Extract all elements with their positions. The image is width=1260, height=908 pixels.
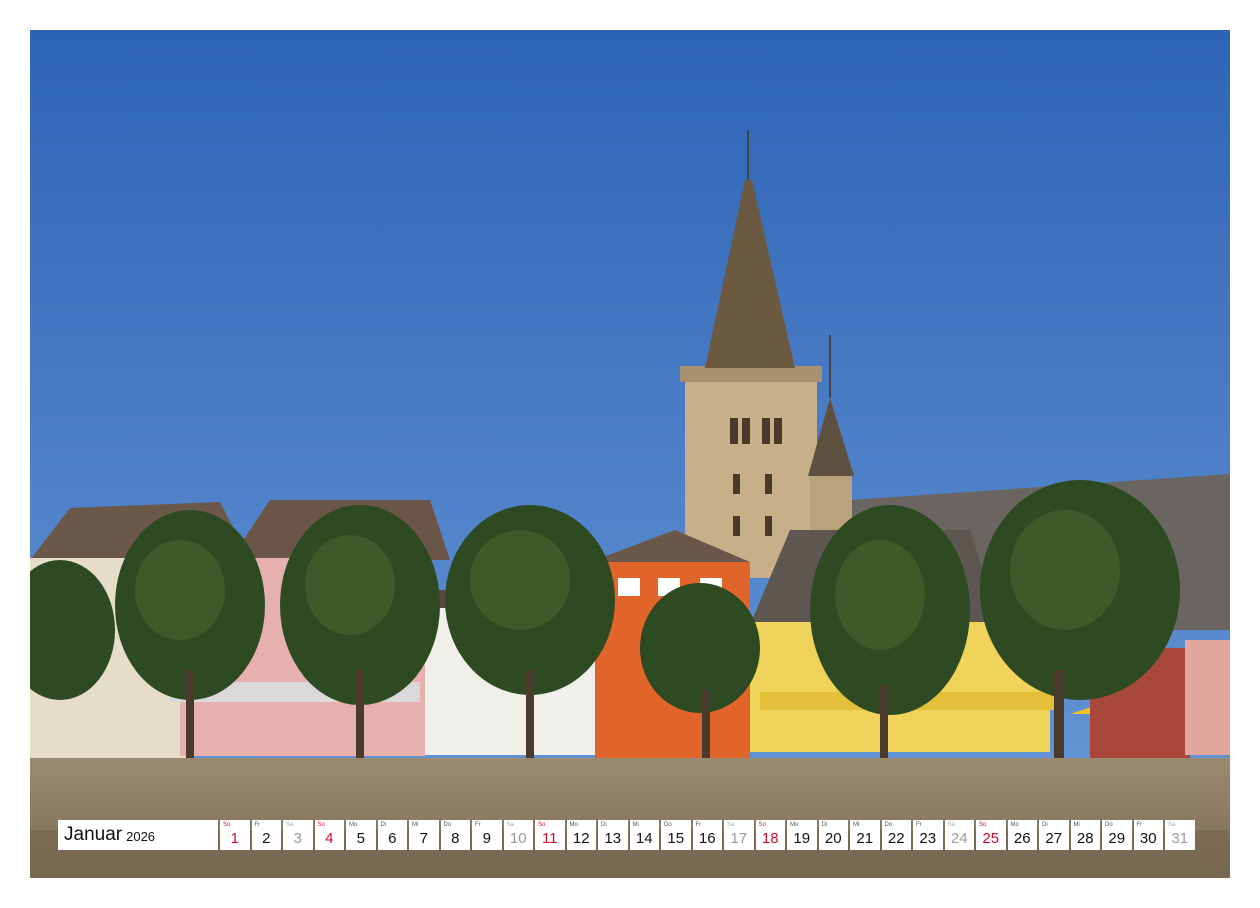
day-number: 4 (325, 830, 334, 847)
day-number: 1 (230, 830, 239, 847)
weekday-abbrev: Sa (1168, 822, 1176, 828)
calendar-day: So 25 (976, 820, 1006, 850)
weekday-abbrev: Sa (727, 822, 735, 828)
weekday-abbrev: Di (821, 822, 828, 828)
weekday-abbrev: Mi (632, 822, 639, 828)
day-number: 18 (761, 830, 779, 847)
day-number: 15 (667, 830, 685, 847)
day-number: 12 (572, 830, 590, 847)
day-number: 26 (1013, 830, 1031, 847)
day-number: 31 (1171, 830, 1189, 847)
day-number: 13 (604, 830, 622, 847)
day-number: 11 (541, 830, 558, 847)
weekday-abbrev: Do (884, 822, 893, 828)
calendar-day: Mo 26 (1007, 820, 1037, 850)
calendar-day: Fr 9 (472, 820, 502, 850)
calendar-day: Do 15 (661, 820, 691, 850)
day-number: 10 (509, 830, 527, 847)
weekday-abbrev: So (758, 822, 766, 828)
day-number: 9 (482, 830, 491, 847)
day-number: 14 (635, 830, 653, 847)
weekday-abbrev: Mo (1010, 822, 1019, 828)
calendar-strip: Januar 2026 So 1 Fr 2 Sa 3 So 4 Mo 5 Di 6 Mi 7 Do 8 Fr 9 S… (58, 820, 1195, 850)
day-number: 16 (698, 830, 716, 847)
calendar-day: Fr 23 (913, 820, 943, 850)
weekday-abbrev: Do (1105, 822, 1113, 828)
calendar-day: Sa 31 (1165, 820, 1195, 850)
calendar-photo (30, 30, 1230, 878)
day-number: 24 (950, 830, 968, 847)
weekday-abbrev: Fr (695, 822, 702, 828)
calendar-day: Sa 3 (283, 820, 313, 850)
calendar-day: Mi 21 (850, 820, 880, 850)
weekday-abbrev: Fr (1136, 822, 1143, 828)
weekday-abbrev: Do (443, 822, 452, 828)
calendar-day: Fr 30 (1133, 820, 1163, 850)
day-number: 30 (1139, 830, 1157, 847)
weekday-abbrev: Sa (947, 822, 955, 828)
calendar-day: Do 29 (1102, 820, 1132, 850)
weekday-abbrev: So (538, 822, 546, 828)
weekday-abbrev: Di (380, 822, 387, 828)
calendar-day: So 18 (755, 820, 785, 850)
day-number: 3 (293, 830, 302, 847)
year-label: 2026 (126, 829, 156, 844)
weekday-abbrev: Fr (475, 822, 481, 828)
weekday-abbrev: Di (1042, 822, 1048, 828)
calendar-day: Mo 19 (787, 820, 817, 850)
weekday-abbrev: Do (664, 822, 672, 828)
day-number: 28 (1076, 830, 1094, 847)
calendar-day: Mo 12 (566, 820, 596, 850)
weekday-abbrev: So (223, 822, 231, 828)
weekday-abbrev: Mo (349, 822, 358, 828)
month-label: Januar 2026 (58, 820, 218, 850)
calendar-day: Mi 7 (409, 820, 439, 850)
day-number: 25 (982, 830, 1000, 847)
day-number: 7 (419, 830, 428, 847)
town-square-scene (30, 30, 1230, 878)
weekday-abbrev: Mi (412, 822, 419, 828)
calendar-day: Mi 28 (1070, 820, 1100, 850)
calendar-day: So 11 (535, 820, 565, 850)
calendar-day: So 4 (314, 820, 344, 850)
calendar-day: Fr 16 (692, 820, 722, 850)
weekday-abbrev: Fr (916, 822, 922, 828)
day-number: 20 (824, 830, 842, 847)
day-number: 2 (262, 830, 271, 847)
day-number: 8 (451, 830, 460, 847)
calendar-day: Di 20 (818, 820, 848, 850)
calendar-day: Di 13 (598, 820, 628, 850)
weekday-abbrev: Sa (286, 822, 294, 828)
calendar-day: Sa 10 (503, 820, 533, 850)
weekday-abbrev: Mi (1073, 822, 1080, 828)
weekday-abbrev: Mi (853, 822, 860, 828)
weekday-abbrev: Mo (790, 822, 799, 828)
day-number: 23 (919, 830, 937, 847)
calendar-day: Di 27 (1039, 820, 1069, 850)
day-number: 27 (1045, 830, 1063, 847)
day-number: 5 (356, 830, 365, 847)
day-number: 29 (1108, 830, 1126, 847)
calendar-day: Sa 24 (944, 820, 974, 850)
weekday-abbrev: So (979, 822, 987, 828)
calendar-day: Do 8 (440, 820, 470, 850)
calendar-day: Mi 14 (629, 820, 659, 850)
day-number: 19 (793, 830, 811, 847)
calendar-day: Do 22 (881, 820, 911, 850)
day-number: 21 (856, 830, 874, 847)
calendar-day: Mo 5 (346, 820, 376, 850)
calendar-day: Sa 17 (724, 820, 754, 850)
weekday-abbrev: So (317, 822, 325, 828)
calendar-day: Fr 2 (251, 820, 281, 850)
weekday-abbrev: Fr (254, 822, 261, 828)
calendar-day: Di 6 (377, 820, 407, 850)
weekday-abbrev: Sa (506, 822, 514, 828)
day-number: 17 (730, 830, 748, 847)
calendar-day: So 1 (220, 820, 250, 850)
day-number: 6 (388, 830, 397, 847)
weekday-abbrev: Mo (569, 822, 578, 828)
weekday-abbrev: Di (601, 822, 607, 828)
month-name: Januar (64, 824, 123, 845)
day-number: 22 (887, 830, 905, 847)
